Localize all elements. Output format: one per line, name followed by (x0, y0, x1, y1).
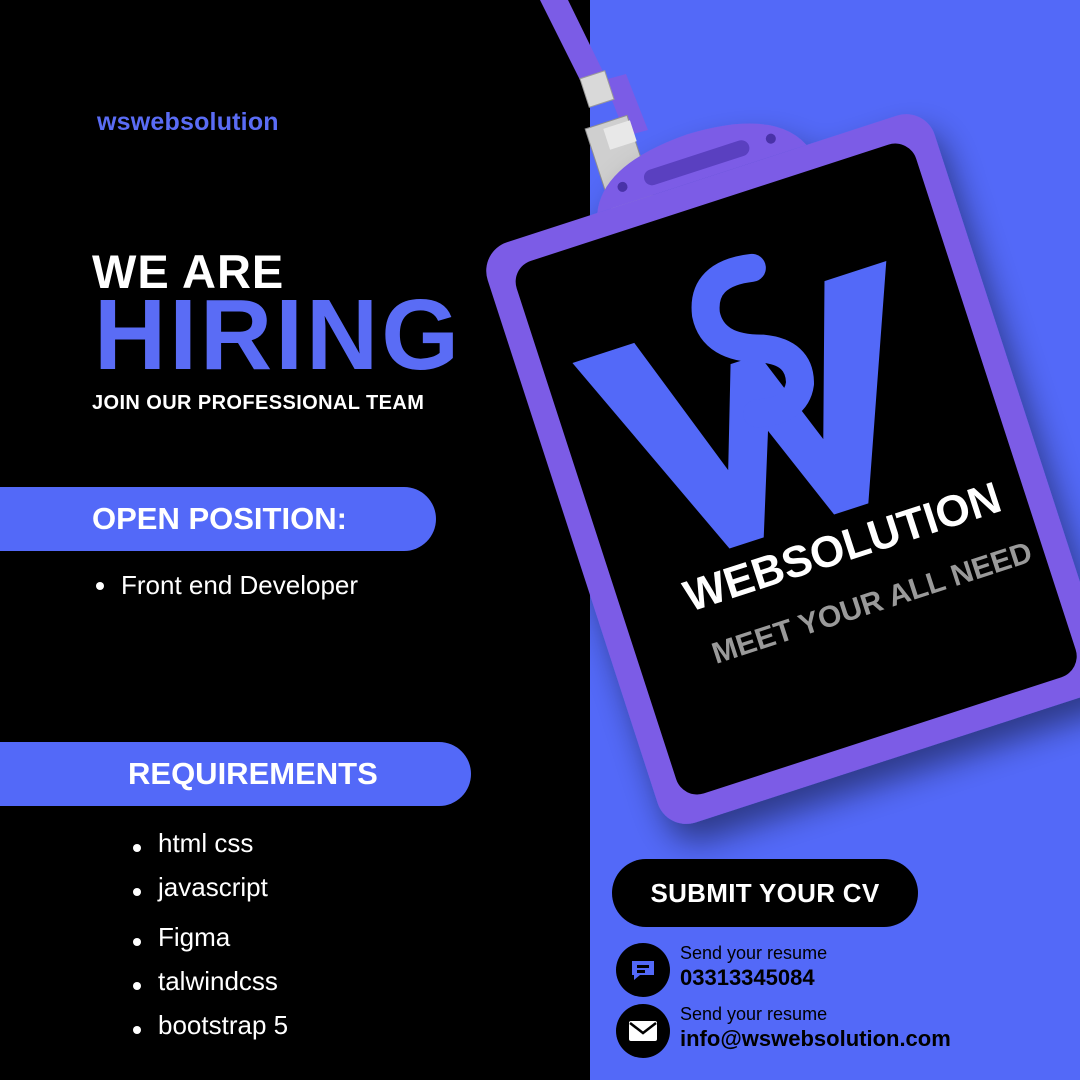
contact-label: Send your resume (680, 943, 828, 963)
list-item: javascript (132, 870, 288, 914)
brand-name: wswebsolution (97, 108, 279, 136)
mail-icon (616, 1004, 670, 1058)
open-position-list: Front end Developer (95, 570, 359, 601)
requirements-list: html css javascript Figma talwindcss boo… (132, 826, 288, 1052)
message-icon (616, 943, 670, 997)
contact-phone: Send your resume 03313345084 (616, 943, 1056, 999)
tagline: JOIN OUR PROFESSIONAL TEAM (92, 392, 425, 414)
list-item: talwindcss (132, 964, 288, 1008)
email-address[interactable]: info@wswebsolution.com (680, 1026, 951, 1052)
open-position-heading: OPEN POSITION: (0, 487, 436, 551)
list-item: bootstrap 5 (132, 1008, 288, 1052)
contact-email: Send your resume info@wswebsolution.com (616, 1004, 1056, 1060)
headline-hiring: HIRING (94, 279, 462, 391)
submit-cv-button[interactable]: SUBMIT YOUR CV (612, 859, 918, 927)
requirements-heading: REQUIREMENTS (0, 742, 471, 806)
list-item: Figma (132, 920, 288, 964)
list-item: Front end Developer (95, 570, 359, 600)
contact-label: Send your resume (680, 1004, 828, 1024)
phone-number[interactable]: 03313345084 (680, 965, 815, 991)
list-item: html css (132, 826, 288, 870)
